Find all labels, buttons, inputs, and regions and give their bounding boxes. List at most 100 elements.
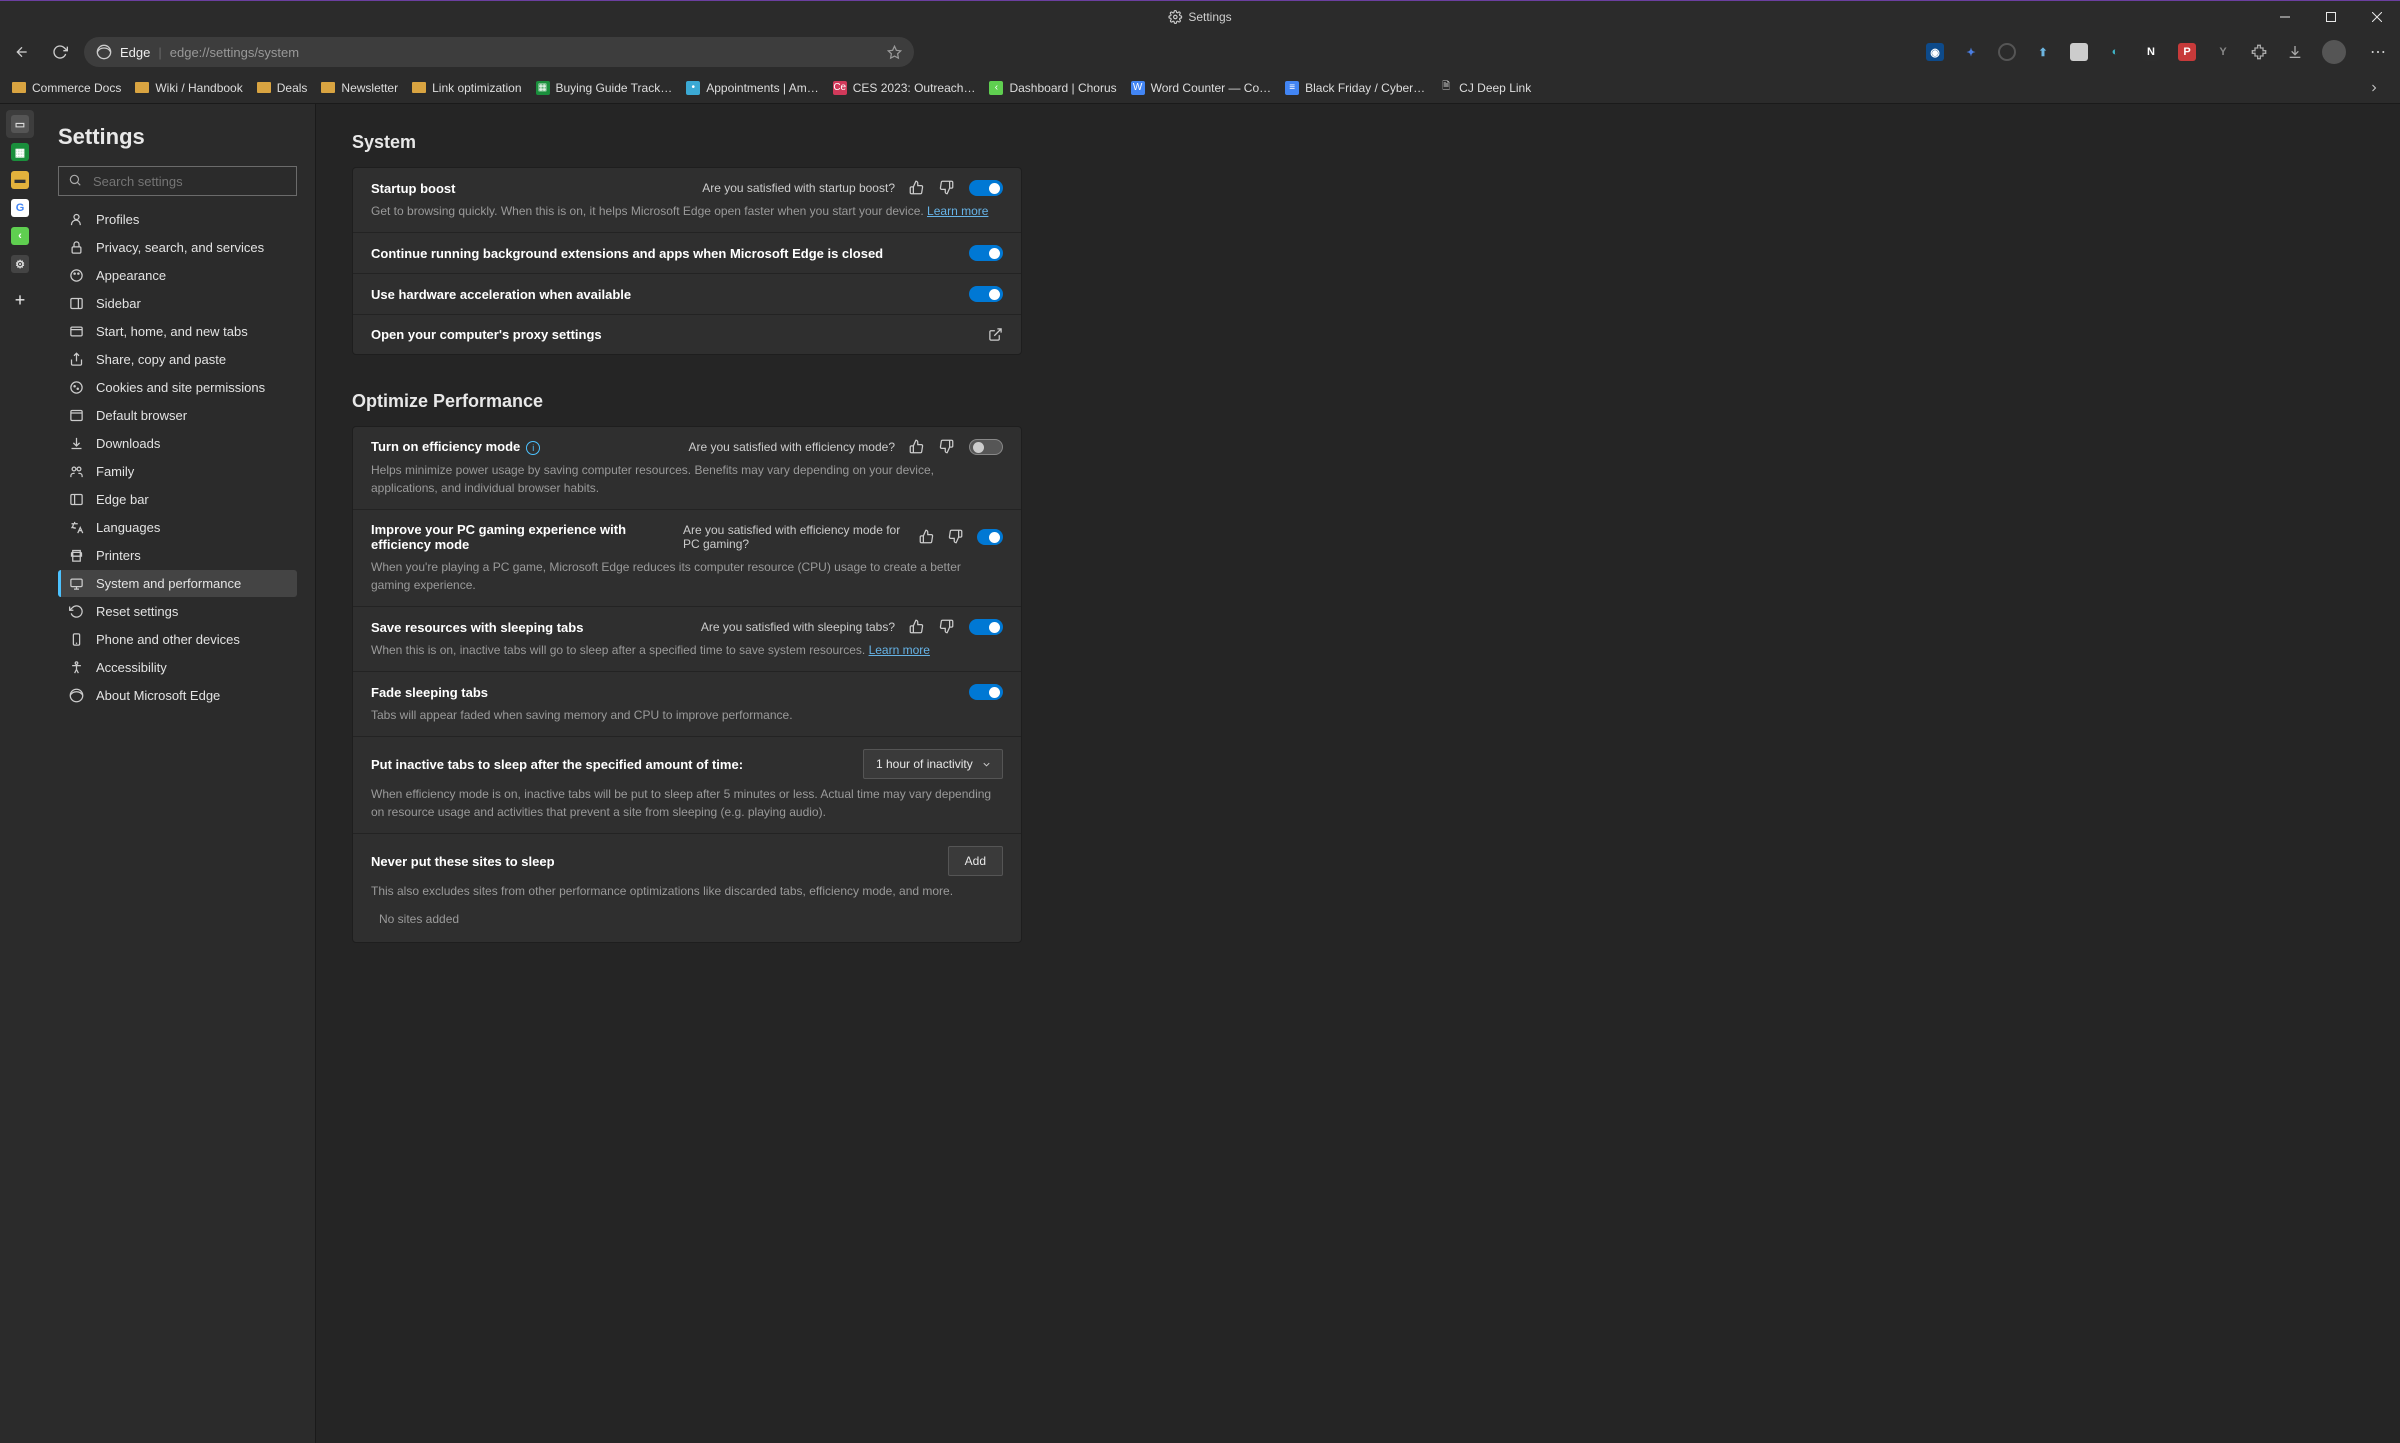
url-text: edge://settings/system xyxy=(170,45,879,60)
thumbs-down-icon[interactable] xyxy=(948,529,963,545)
palette-icon xyxy=(68,268,84,283)
refresh-button[interactable] xyxy=(46,38,74,66)
sidebar-item-accessibility[interactable]: Accessibility xyxy=(58,654,297,681)
sidebar-item-edge-bar[interactable]: Edge bar xyxy=(58,486,297,513)
a11y-icon xyxy=(68,660,84,675)
sidebar-item-languages[interactable]: Languages xyxy=(58,514,297,541)
bookmark-item[interactable]: ≡Black Friday / Cyber… xyxy=(1285,81,1425,95)
feedback-label: Are you satisfied with efficiency mode? xyxy=(688,440,895,454)
printer-icon xyxy=(68,548,84,563)
extension-icon[interactable]: ◉ xyxy=(1926,43,1944,61)
sidebar-item-reset-settings[interactable]: Reset settings xyxy=(58,598,297,625)
bookmark-item[interactable]: 🗎CJ Deep Link xyxy=(1439,81,1531,95)
sleep-timer-select[interactable]: 1 hour of inactivity xyxy=(863,749,1003,779)
toggle-efficiency-mode[interactable] xyxy=(969,439,1003,455)
sidebar-item-privacy-search-and-services[interactable]: Privacy, search, and services xyxy=(58,234,297,261)
feedback-label: Are you satisfied with sleeping tabs? xyxy=(701,620,895,634)
bookmark-item[interactable]: Commerce Docs xyxy=(12,81,121,95)
bookmark-item[interactable]: WWord Counter — Co… xyxy=(1131,81,1272,95)
thumbs-up-icon[interactable] xyxy=(919,529,934,545)
settings-nav: ProfilesPrivacy, search, and servicesApp… xyxy=(58,206,297,709)
thumbs-down-icon[interactable] xyxy=(939,180,955,196)
bookmark-item[interactable]: •Appointments | Am… xyxy=(686,81,819,95)
bookmarks-bar: Commerce Docs Wiki / Handbook Deals Newslet… xyxy=(0,72,2400,104)
site-icon: • xyxy=(686,81,700,95)
bookmark-item[interactable]: CeCES 2023: Outreach… xyxy=(833,81,976,95)
toggle-background-apps[interactable] xyxy=(969,245,1003,261)
site-icon: Ce xyxy=(833,81,847,95)
sidebar-item-default-browser[interactable]: Default browser xyxy=(58,402,297,429)
search-input[interactable] xyxy=(58,166,297,196)
bookmark-item[interactable]: Link optimization xyxy=(412,81,521,95)
thumbs-up-icon[interactable] xyxy=(909,619,925,635)
vertical-tab[interactable]: ▦ xyxy=(6,138,34,166)
sidebar-item-sidebar[interactable]: Sidebar xyxy=(58,290,297,317)
extension-icon[interactable]: Y xyxy=(2214,43,2232,61)
learn-more-link[interactable]: Learn more xyxy=(927,204,988,218)
extension-icon[interactable] xyxy=(2070,43,2088,61)
row-sleep-timer: Put inactive tabs to sleep after the spe… xyxy=(353,737,1021,834)
toggle-gaming-efficiency[interactable] xyxy=(977,529,1003,545)
sidebar-item-about-microsoft-edge[interactable]: About Microsoft Edge xyxy=(58,682,297,709)
thumbs-up-icon[interactable] xyxy=(909,439,925,455)
bookmark-item[interactable]: Newsletter xyxy=(321,81,398,95)
new-tab-button[interactable]: + xyxy=(15,290,26,311)
sidebar-item-family[interactable]: Family xyxy=(58,458,297,485)
back-button[interactable] xyxy=(8,38,36,66)
bookmark-item[interactable]: Deals xyxy=(257,81,308,95)
sidebar-item-appearance[interactable]: Appearance xyxy=(58,262,297,289)
bookmark-label: CJ Deep Link xyxy=(1459,81,1531,95)
bookmarks-overflow[interactable] xyxy=(2360,74,2388,102)
sidebar-item-system-and-performance[interactable]: System and performance xyxy=(58,570,297,597)
menu-button[interactable]: ⋯ xyxy=(2364,38,2392,66)
extension-icon[interactable]: P xyxy=(2178,43,2196,61)
extension-icon[interactable]: ⬆ xyxy=(2034,43,2052,61)
bookmark-item[interactable]: ▦Buying Guide Track… xyxy=(536,81,673,95)
learn-more-link[interactable]: Learn more xyxy=(869,643,930,657)
extension-icon[interactable]: ◐ xyxy=(2106,43,2124,61)
sheets-icon: ▦ xyxy=(536,81,550,95)
row-proxy-settings[interactable]: Open your computer's proxy settings xyxy=(353,315,1021,354)
sidebar-item-share-copy-and-paste[interactable]: Share, copy and paste xyxy=(58,346,297,373)
row-description: Helps minimize power usage by saving com… xyxy=(371,461,1003,497)
address-bar[interactable]: Edge | edge://settings/system xyxy=(84,37,914,67)
toggle-hardware-accel[interactable] xyxy=(969,286,1003,302)
vertical-tab[interactable]: ‹ xyxy=(6,222,34,250)
extension-icon[interactable] xyxy=(1998,43,2016,61)
extension-icon[interactable]: ✦ xyxy=(1962,43,1980,61)
site-identity: Edge xyxy=(120,45,150,60)
sidebar-item-phone-and-other-devices[interactable]: Phone and other devices xyxy=(58,626,297,653)
vertical-tab[interactable]: ▬ xyxy=(6,166,34,194)
toggle-startup-boost[interactable] xyxy=(969,180,1003,196)
sidebar-item-profiles[interactable]: Profiles xyxy=(58,206,297,233)
performance-group: Turn on efficiency modei Are you satisfi… xyxy=(352,426,1022,943)
close-button[interactable] xyxy=(2354,1,2400,33)
bookmark-item[interactable]: Wiki / Handbook xyxy=(135,81,242,95)
toggle-sleeping-tabs[interactable] xyxy=(969,619,1003,635)
add-site-button[interactable]: Add xyxy=(948,846,1003,876)
vertical-tab[interactable]: ▭ xyxy=(6,110,34,138)
downloads-icon[interactable] xyxy=(2286,43,2304,61)
sidebar-item-cookies-and-site-permissions[interactable]: Cookies and site permissions xyxy=(58,374,297,401)
external-link-icon xyxy=(988,327,1003,342)
info-icon[interactable]: i xyxy=(526,441,540,455)
vertical-tab[interactable]: ⚙ xyxy=(6,250,34,278)
thumbs-down-icon[interactable] xyxy=(939,439,955,455)
extensions-menu-icon[interactable] xyxy=(2250,43,2268,61)
extension-icon[interactable]: N xyxy=(2142,43,2160,61)
sidebar-item-start-home-and-new-tabs[interactable]: Start, home, and new tabs xyxy=(58,318,297,345)
row-sleeping-tabs: Save resources with sleeping tabs Are yo… xyxy=(353,607,1021,672)
vertical-tab[interactable]: G xyxy=(6,194,34,222)
site-icon: W xyxy=(1131,81,1145,95)
thumbs-up-icon[interactable] xyxy=(909,180,925,196)
toggle-fade-sleeping[interactable] xyxy=(969,684,1003,700)
sidebar-item-printers[interactable]: Printers xyxy=(58,542,297,569)
profile-avatar[interactable] xyxy=(2322,40,2346,64)
bookmark-item[interactable]: ‹Dashboard | Chorus xyxy=(989,81,1116,95)
about-icon xyxy=(68,688,84,703)
favorite-icon[interactable] xyxy=(887,45,902,60)
minimize-button[interactable] xyxy=(2262,1,2308,33)
thumbs-down-icon[interactable] xyxy=(939,619,955,635)
maximize-button[interactable] xyxy=(2308,1,2354,33)
sidebar-item-downloads[interactable]: Downloads xyxy=(58,430,297,457)
